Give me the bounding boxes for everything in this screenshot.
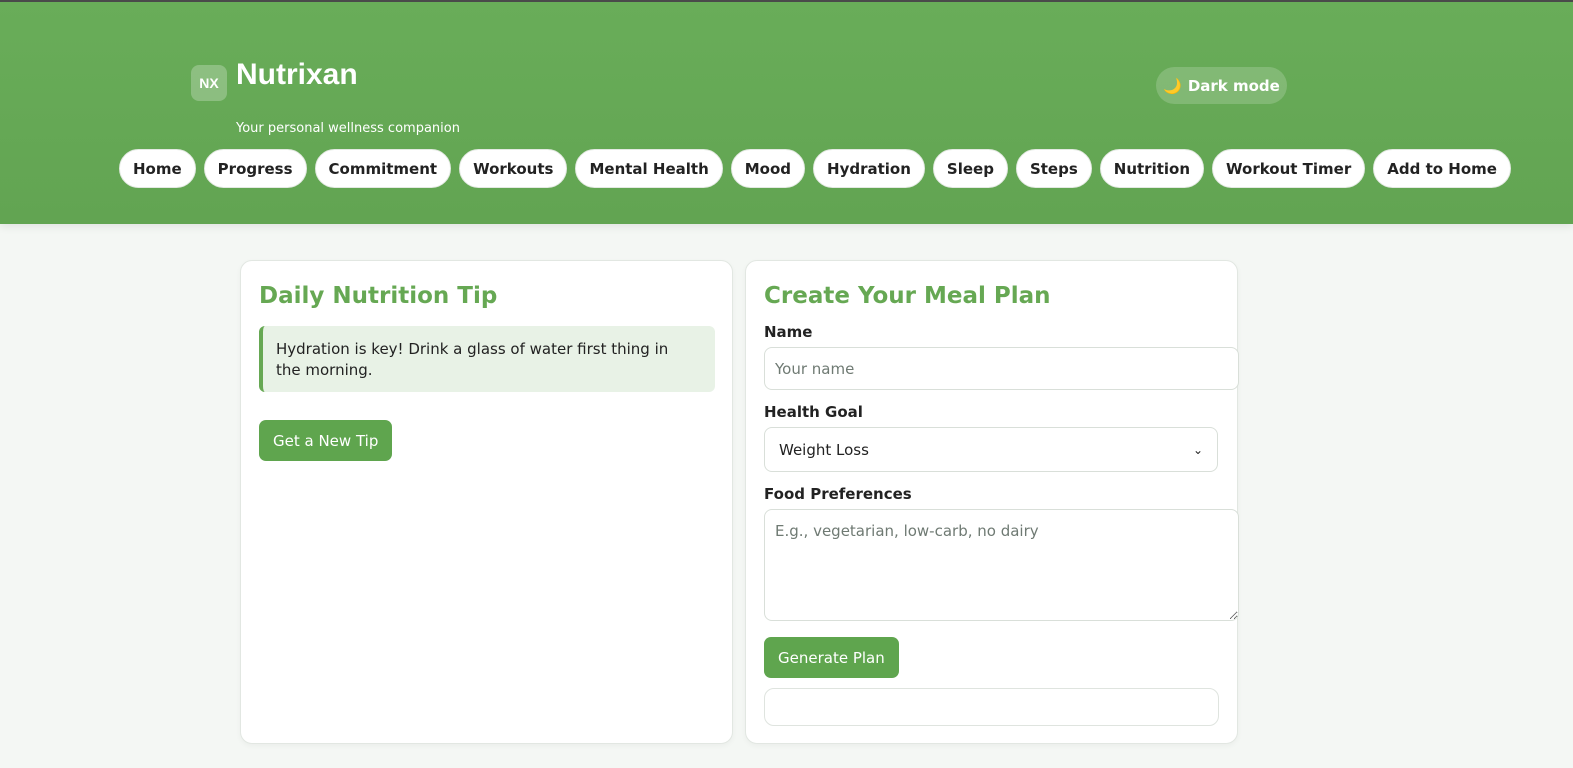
nav-item-progress[interactable]: Progress — [203, 149, 307, 188]
app-title: Nutrixan — [236, 58, 358, 91]
nutrition-tip-card: Daily Nutrition Tip Hydration is key! Dr… — [240, 260, 733, 744]
chevron-down-icon: ⌄ — [1192, 442, 1203, 457]
nav-item-nutrition[interactable]: Nutrition — [1099, 149, 1205, 188]
name-input[interactable] — [764, 347, 1239, 390]
nutrition-tip-title: Daily Nutrition Tip — [259, 283, 498, 309]
main-nav: Home Progress Commitment Workouts Mental… — [119, 149, 1511, 188]
meal-plan-title: Create Your Meal Plan — [764, 283, 1051, 309]
new-tip-button[interactable]: Get a New Tip — [259, 420, 393, 461]
food-preferences-textarea[interactable] — [764, 509, 1239, 621]
nav-item-workout-timer[interactable]: Workout Timer — [1212, 149, 1366, 188]
health-goal-value: Weight Loss — [779, 440, 869, 459]
nav-item-mood[interactable]: Mood — [730, 149, 806, 188]
nutrition-tip-text: Hydration is key! Drink a glass of water… — [259, 326, 715, 392]
nav-item-workouts[interactable]: Workouts — [459, 149, 568, 188]
food-preferences-label: Food Preferences — [764, 485, 912, 503]
nav-item-steps[interactable]: Steps — [1015, 149, 1092, 188]
dark-mode-label: Dark mode — [1187, 76, 1280, 95]
app-tagline: Your personal wellness companion — [236, 121, 460, 136]
dark-mode-toggle[interactable]: 🌙 Dark mode — [1156, 67, 1287, 104]
logo-badge: NX — [191, 65, 227, 101]
health-goal-label: Health Goal — [764, 403, 863, 421]
nav-item-hydration[interactable]: Hydration — [813, 149, 925, 188]
health-goal-select[interactable]: Weight Loss ⌄ — [764, 427, 1218, 472]
nav-item-mental-health[interactable]: Mental Health — [575, 149, 723, 188]
app-header: NX Nutrixan Your personal wellness compa… — [0, 2, 1573, 224]
generate-plan-button[interactable]: Generate Plan — [764, 637, 899, 678]
name-label: Name — [764, 323, 813, 341]
meal-plan-result — [764, 688, 1219, 726]
meal-plan-card: Create Your Meal Plan Name Health Goal W… — [745, 260, 1239, 744]
nav-item-home[interactable]: Home — [119, 149, 196, 188]
nav-item-sleep[interactable]: Sleep — [932, 149, 1008, 188]
nav-item-commitment[interactable]: Commitment — [314, 149, 452, 188]
nav-item-add-to-home[interactable]: Add to Home — [1373, 149, 1511, 188]
moon-icon: 🌙 — [1163, 76, 1182, 95]
